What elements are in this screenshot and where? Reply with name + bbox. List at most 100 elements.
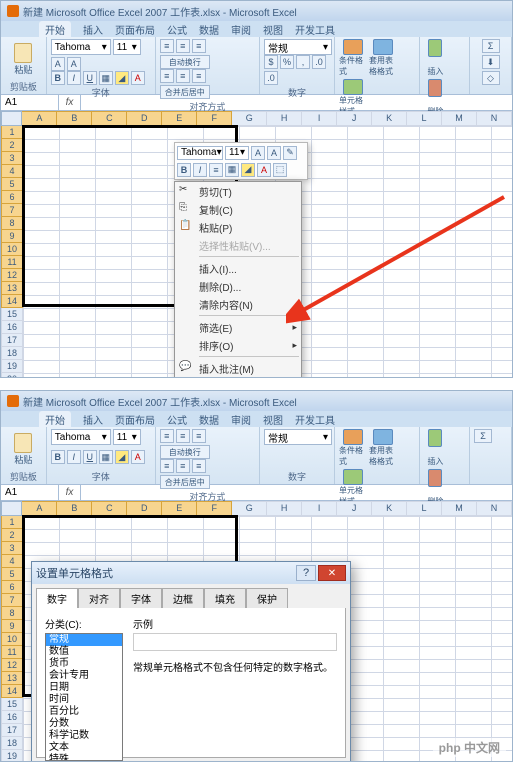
title-bar[interactable]: 新建 Microsoft Office Excel 2007 工作表.xlsx …	[1, 1, 512, 21]
mini-italic-button[interactable]: I	[193, 163, 207, 177]
row-header[interactable]: 13	[1, 282, 23, 295]
name-box[interactable]: A1	[1, 95, 59, 110]
mini-font-combo[interactable]: Tahoma▾	[177, 146, 223, 160]
row-header[interactable]: 11	[1, 256, 23, 269]
title-bar[interactable]: 新建 Microsoft Office Excel 2007 工作表.xlsx …	[1, 391, 512, 411]
tab-pagelayout[interactable]: 页面布局	[115, 22, 155, 37]
close-button[interactable]: ✕	[318, 565, 346, 581]
align-center-button[interactable]: ≡	[176, 69, 190, 83]
tab-review[interactable]: 审阅	[231, 22, 251, 37]
col-header-F[interactable]: F	[197, 111, 232, 126]
conditional-format-button[interactable]: 条件格式	[339, 39, 367, 77]
menu-insert-comment[interactable]: 💬插入批注(M)	[175, 359, 301, 377]
tab-data[interactable]: 数据	[199, 412, 219, 427]
col-header-G[interactable]: G	[232, 111, 267, 126]
category-item[interactable]: 特殊	[46, 754, 122, 761]
font-size-combo[interactable]: 11▾	[113, 429, 141, 445]
col-header-L[interactable]: L	[407, 111, 442, 126]
menu-format-cells[interactable]: 📑设置单元格格式(F)...	[175, 377, 301, 378]
select-all-corner[interactable]	[1, 111, 22, 126]
tab-review[interactable]: 审阅	[231, 412, 251, 427]
insert-cells-button[interactable]: 插入	[424, 39, 446, 77]
shrink-font-button[interactable]: A	[67, 57, 81, 71]
fx-icon[interactable]: fx	[59, 485, 81, 500]
italic-button[interactable]: I	[67, 450, 81, 464]
format-table-button[interactable]: 套用表格格式	[369, 39, 397, 77]
menu-filter[interactable]: 筛选(E)▸	[175, 318, 301, 336]
tab-insert[interactable]: 插入	[83, 22, 103, 37]
align-middle-button[interactable]: ≡	[176, 39, 190, 53]
row-header[interactable]: 9	[1, 230, 23, 243]
font-color-button[interactable]: A	[131, 450, 145, 464]
col-header-M[interactable]: M	[442, 111, 477, 126]
paste-button[interactable]: 粘贴	[5, 39, 42, 79]
fill-color-button[interactable]: ◢	[115, 71, 129, 85]
row-header[interactable]: 4	[1, 165, 23, 178]
tab-home[interactable]: 开始	[39, 21, 71, 38]
row-header[interactable]: 19	[1, 360, 23, 373]
worksheet-grid[interactable]: A B C D E F G H I J K L M N 123456789101…	[1, 501, 512, 761]
row-header[interactable]: 16	[1, 321, 23, 334]
underline-button[interactable]: U	[83, 71, 97, 85]
col-header-A[interactable]: A	[22, 111, 57, 126]
row-header[interactable]: 15	[1, 308, 23, 321]
row-header[interactable]: 10	[1, 243, 23, 256]
row-header[interactable]: 6	[1, 191, 23, 204]
category-item[interactable]: 会计专用	[46, 670, 122, 682]
col-header-D[interactable]: D	[127, 111, 162, 126]
category-item[interactable]: 分数	[46, 718, 122, 730]
clear-button[interactable]: ◇	[482, 71, 500, 85]
increase-decimal-button[interactable]: .0	[312, 55, 326, 69]
border-button[interactable]: ▦	[99, 71, 113, 85]
mini-merge-button[interactable]: ⬚	[273, 163, 287, 177]
row-header[interactable]: 3	[1, 152, 23, 165]
tab-pagelayout[interactable]: 页面布局	[115, 412, 155, 427]
fill-color-button[interactable]: ◢	[115, 450, 129, 464]
menu-delete[interactable]: 删除(D)...	[175, 277, 301, 295]
currency-button[interactable]: $	[264, 55, 278, 69]
col-header-E[interactable]: E	[162, 111, 197, 126]
row-header[interactable]: 14	[1, 295, 23, 308]
insert-cells-button[interactable]: 插入	[424, 429, 446, 467]
italic-button[interactable]: I	[67, 71, 81, 85]
col-header-N[interactable]: N	[477, 111, 512, 126]
align-bottom-button[interactable]: ≡	[192, 39, 206, 53]
dialog-tab-protection[interactable]: 保护	[246, 588, 288, 608]
dialog-tab-border[interactable]: 边框	[162, 588, 204, 608]
mini-border-button[interactable]: ▦	[225, 163, 239, 177]
mini-font-color-button[interactable]: A	[257, 163, 271, 177]
formula-input[interactable]	[81, 95, 512, 110]
row-header[interactable]: 8	[1, 217, 23, 230]
conditional-format-button[interactable]: 条件格式	[339, 429, 367, 467]
dialog-titlebar[interactable]: 设置单元格格式 ? ✕	[32, 562, 350, 584]
col-header-C[interactable]: C	[92, 111, 127, 126]
row-header[interactable]: 5	[1, 178, 23, 191]
category-item[interactable]: 科学记数	[46, 730, 122, 742]
tab-data[interactable]: 数据	[199, 22, 219, 37]
row-header[interactable]: 17	[1, 334, 23, 347]
number-format-combo[interactable]: 常规▾	[264, 39, 332, 55]
col-header-K[interactable]: K	[372, 111, 407, 126]
align-left-button[interactable]: ≡	[160, 69, 174, 83]
tab-developer[interactable]: 开发工具	[295, 412, 335, 427]
tab-view[interactable]: 视图	[263, 412, 283, 427]
mini-fill-button[interactable]: ◢	[241, 163, 255, 177]
category-item[interactable]: 常规	[46, 634, 122, 646]
tab-insert[interactable]: 插入	[83, 412, 103, 427]
align-top-button[interactable]: ≡	[160, 39, 174, 53]
bold-button[interactable]: B	[51, 450, 65, 464]
row-header[interactable]: 1	[1, 126, 23, 139]
fill-button[interactable]: ⬇	[482, 55, 500, 69]
name-box[interactable]: A1	[1, 485, 59, 500]
grow-font-button[interactable]: A	[51, 57, 65, 71]
col-header-I[interactable]: I	[302, 111, 337, 126]
formula-input[interactable]	[81, 485, 512, 500]
format-table-button[interactable]: 套用表格格式	[369, 429, 397, 467]
category-item[interactable]: 百分比	[46, 706, 122, 718]
font-name-combo[interactable]: Tahoma▾	[51, 39, 111, 55]
dialog-tab-alignment[interactable]: 对齐	[78, 588, 120, 608]
col-header-H[interactable]: H	[267, 111, 302, 126]
select-all-corner[interactable]	[1, 501, 22, 516]
row-header[interactable]: 18	[1, 347, 23, 360]
row-header[interactable]: 2	[1, 139, 23, 152]
